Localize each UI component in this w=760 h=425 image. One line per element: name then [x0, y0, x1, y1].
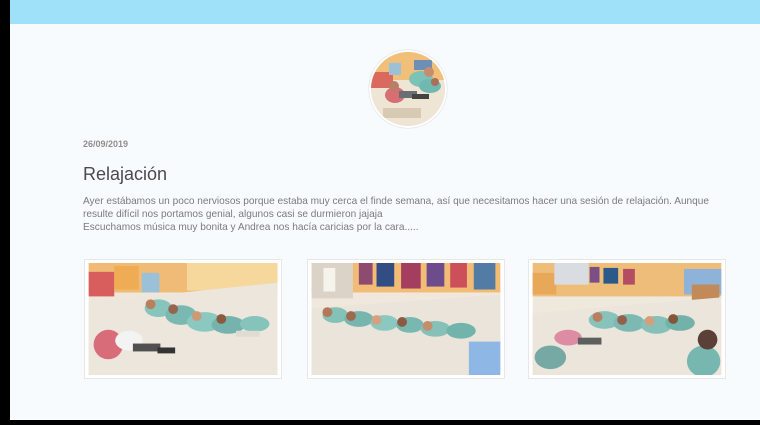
- top-navigation-bar: [10, 0, 760, 24]
- post-title: Relajación: [83, 164, 168, 185]
- description-line-2: resulte difícil nos portamos genial, alg…: [83, 209, 383, 220]
- top-navigation: [674, 1, 752, 11]
- gallery-photo-2[interactable]: [307, 259, 505, 379]
- post-avatar: [369, 50, 447, 128]
- gallery-photo-1[interactable]: [84, 259, 282, 379]
- avatar-photo: [371, 52, 445, 126]
- gallery-photo-1-image: [88, 263, 278, 375]
- post-date: 26/09/2019: [83, 139, 129, 149]
- browser-viewport: 26/09/2019 Relajación Ayer estábamos un …: [10, 0, 760, 420]
- post-description: Ayer estábamos un poco nerviosos porque …: [83, 195, 751, 234]
- description-line-1: Ayer estábamos un poco nerviosos porque …: [83, 196, 710, 207]
- gallery-photo-2-image: [311, 263, 501, 375]
- description-line-3: Escuchamos música muy bonita y Andrea no…: [83, 222, 419, 233]
- screenshot-frame: 26/09/2019 Relajación Ayer estábamos un …: [0, 0, 760, 425]
- gallery-photo-3-image: [532, 263, 722, 375]
- gallery-photo-3[interactable]: [528, 259, 726, 379]
